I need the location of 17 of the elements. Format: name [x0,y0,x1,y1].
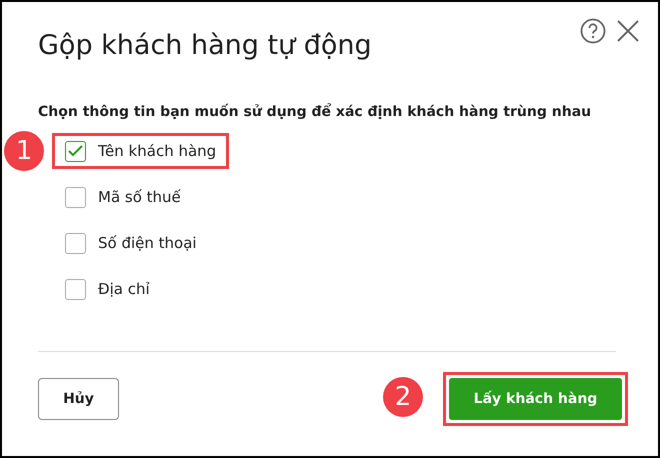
checkbox-label: Mã số thuế [98,186,181,208]
instruction-text: Chọn thông tin bạn muốn sử dụng để xác định khách hàng trùng nhau [38,102,592,122]
checkbox-label: Địa chỉ [98,278,150,300]
dialog-title: Gộp khách hàng tự động [38,29,372,63]
step-marker: 1 [4,131,44,171]
primary-button[interactable]: Lấy khách hàng [449,378,622,420]
checkbox[interactable] [65,232,86,254]
close-icon[interactable] [616,19,640,43]
step-marker: 2 [383,377,423,417]
checkbox-label: Tên khách hàng [98,140,216,162]
cancel-button[interactable]: Hủy [38,378,119,420]
help-icon[interactable] [580,18,606,44]
checkbox[interactable] [65,140,86,162]
check-icon [68,145,83,157]
checkbox-label: Số điện thoại [98,232,197,254]
checkbox[interactable] [65,186,86,208]
checkbox[interactable] [65,278,86,300]
